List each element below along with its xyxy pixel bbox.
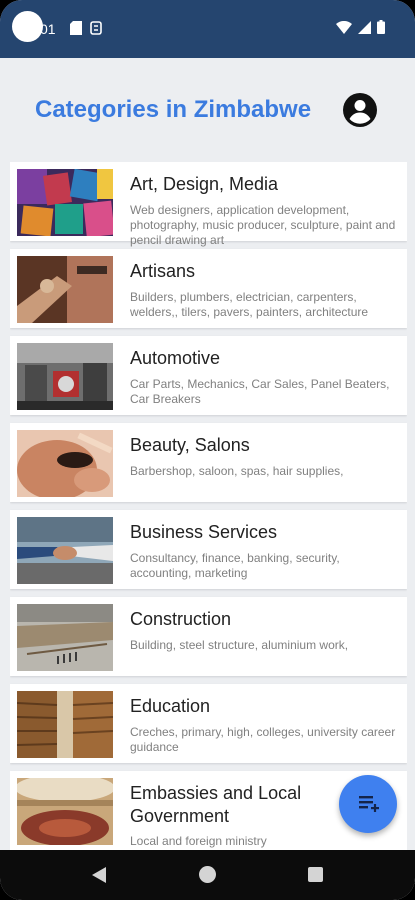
category-card-business[interactable]: Business Services Consultancy, finance, … (10, 510, 407, 589)
category-title: Beauty, Salons (130, 435, 250, 455)
category-list[interactable]: Art, Design, Media Web designers, applic… (10, 162, 407, 852)
handshake-image (17, 517, 113, 584)
category-description: Consultancy, finance, banking, security,… (130, 551, 340, 580)
library-image (17, 691, 113, 758)
category-description: Web designers, application development, … (130, 203, 396, 247)
category-description: Building, steel structure, aluminium wor… (130, 638, 349, 652)
add-to-list-icon (359, 796, 379, 812)
battery-icon (377, 20, 385, 34)
category-title: Business Services (130, 522, 278, 542)
status-icons-left (70, 21, 102, 35)
status-icons-right (336, 20, 385, 34)
artisan-tools-image (17, 256, 113, 323)
status-time: 01 (40, 21, 56, 37)
storage-icon (90, 21, 102, 35)
category-title: Art, Design, Media (130, 174, 279, 194)
category-title: Construction (130, 609, 232, 629)
category-card-construction[interactable]: Construction Building, steel structure, … (10, 597, 407, 676)
category-description: Barbershop, saloon, spas, hair supplies, (130, 464, 344, 478)
category-card-artisans[interactable]: Artisans Builders, plumbers, electrician… (10, 249, 407, 328)
page-title: Categories in Zimbabwe (35, 96, 312, 123)
category-title: Automotive (130, 348, 221, 368)
home-icon[interactable] (199, 866, 216, 883)
category-card-art[interactable]: Art, Design, Media Web designers, applic… (10, 162, 407, 247)
back-icon[interactable] (92, 867, 106, 883)
account-circle-icon[interactable] (342, 92, 378, 128)
recents-icon[interactable] (308, 867, 323, 882)
category-title: Education (130, 696, 211, 716)
category-title: Artisans (130, 261, 196, 281)
wifi-icon (336, 20, 352, 34)
construction-site-image (17, 604, 113, 671)
category-card-beauty[interactable]: Beauty, Salons Barbershop, saloon, spas,… (10, 423, 407, 502)
category-description: Car Parts, Mechanics, Car Sales, Panel B… (130, 377, 390, 406)
art-fabric-image (17, 169, 113, 236)
category-description: Builders, plumbers, electrician, carpent… (130, 290, 369, 319)
add-listing-button[interactable] (339, 775, 397, 833)
app-screen: 01 Categories in Zimbabwe Art, Design, M… (0, 0, 415, 900)
status-bar: 01 (0, 0, 415, 58)
makeup-image (17, 430, 113, 497)
parliament-hall-image (17, 778, 113, 845)
signal-icon (358, 20, 371, 34)
category-description: Creches, primary, high, colleges, univer… (130, 725, 396, 754)
system-navigation-bar (0, 850, 415, 900)
category-card-automotive[interactable]: Automotive Car Parts, Mechanics, Car Sal… (10, 336, 407, 415)
category-card-education[interactable]: Education Creches, primary, high, colleg… (10, 684, 407, 763)
category-description: Local and foreign ministry (130, 834, 267, 848)
car-factory-image (17, 343, 113, 410)
camera-cutout (12, 11, 43, 42)
sd-card-icon (70, 21, 82, 35)
